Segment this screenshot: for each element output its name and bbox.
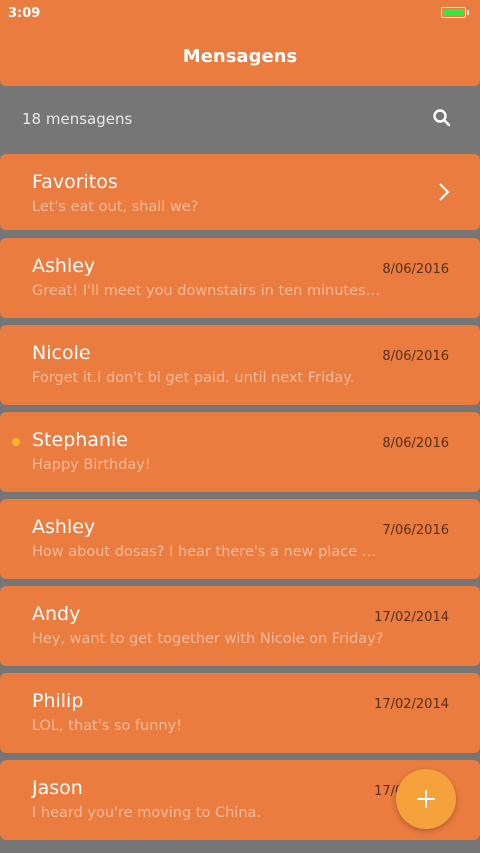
favorites-item[interactable]: Favoritos Let's eat out, shall we? bbox=[0, 154, 480, 230]
message-date: 8/06/2016 bbox=[382, 436, 449, 451]
message-preview: I heard you're moving to China. bbox=[32, 805, 262, 821]
message-sender: Jason bbox=[32, 777, 83, 799]
message-item[interactable]: Stephanie 8/06/2016 Happy Birthday! bbox=[0, 412, 480, 492]
message-item[interactable]: Ashley 8/06/2016 Great! I'll meet you do… bbox=[0, 238, 480, 318]
message-sender: Philip bbox=[32, 690, 84, 712]
message-preview: How about dosas? I hear there's a new pl… bbox=[32, 544, 384, 560]
message-item[interactable]: Ashley 7/06/2016 How about dosas? I hear… bbox=[0, 499, 480, 579]
chevron-right-icon bbox=[439, 183, 450, 201]
favorites-preview: Let's eat out, shall we? bbox=[32, 199, 199, 215]
message-preview: Happy Birthday! bbox=[32, 457, 151, 473]
message-sender: Ashley bbox=[32, 255, 96, 277]
message-toolbar: 18 mensagens bbox=[0, 86, 480, 150]
message-item[interactable]: Andy 17/02/2014 Hey, want to get togethe… bbox=[0, 586, 480, 666]
message-date: 17/02/2014 bbox=[374, 697, 449, 712]
battery-level-fill bbox=[443, 9, 464, 16]
message-sender: Stephanie bbox=[32, 429, 128, 451]
message-preview: LOL, that's so funny! bbox=[32, 718, 182, 734]
message-sender: Ashley bbox=[32, 516, 96, 538]
plus-icon bbox=[417, 790, 435, 808]
message-preview: Hey, want to get together with Nicole on… bbox=[32, 631, 384, 647]
new-message-button[interactable] bbox=[396, 769, 456, 829]
message-count: 18 mensagens bbox=[22, 110, 133, 128]
app-header: 3:09 Mensagens bbox=[0, 0, 480, 86]
battery-tip bbox=[467, 10, 469, 15]
message-sender: Nicole bbox=[32, 342, 91, 364]
favorites-title: Favoritos bbox=[32, 171, 118, 193]
message-preview: Great! I'll meet you downstairs in ten m… bbox=[32, 283, 384, 299]
page-title: Mensagens bbox=[182, 46, 298, 67]
unread-indicator bbox=[12, 438, 20, 446]
message-date: 8/06/2016 bbox=[382, 262, 449, 277]
message-date: 7/06/2016 bbox=[382, 523, 449, 538]
battery-icon bbox=[441, 7, 466, 18]
message-date: 17/02/2014 bbox=[374, 610, 449, 625]
status-time: 3:09 bbox=[8, 6, 41, 21]
message-item[interactable]: Nicole 8/06/2016 Forget it.I don't bl ge… bbox=[0, 325, 480, 405]
message-sender: Andy bbox=[32, 603, 81, 625]
message-preview: Forget it.I don't bl get paid. until nex… bbox=[32, 370, 355, 386]
message-date: 8/06/2016 bbox=[382, 349, 449, 364]
search-icon[interactable] bbox=[432, 108, 452, 128]
message-item[interactable]: Philip 17/02/2014 LOL, that's so funny! bbox=[0, 673, 480, 753]
